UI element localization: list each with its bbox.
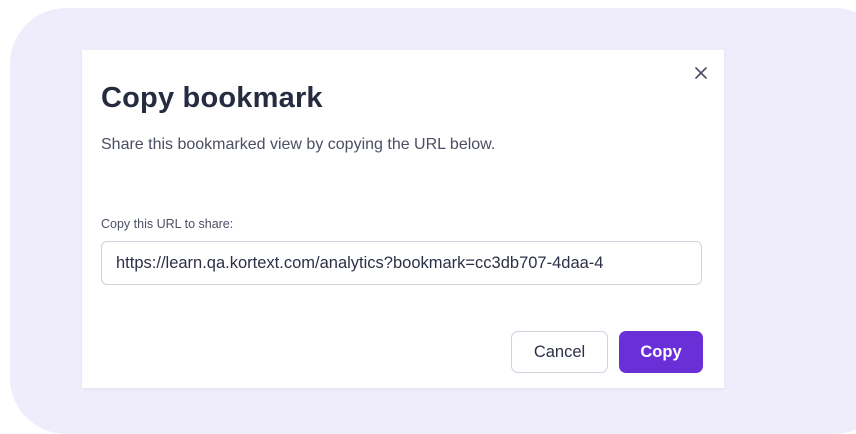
cancel-button[interactable]: Cancel (511, 331, 608, 373)
copy-bookmark-dialog: Copy bookmark Share this bookmarked view… (82, 50, 724, 388)
share-url-input[interactable] (101, 241, 702, 285)
dialog-title: Copy bookmark (101, 82, 323, 114)
close-icon (695, 67, 707, 79)
copy-button[interactable]: Copy (619, 331, 703, 373)
close-button[interactable] (692, 64, 710, 82)
url-field-label: Copy this URL to share: (101, 217, 234, 231)
dialog-subtitle: Share this bookmarked view by copying th… (101, 136, 496, 153)
